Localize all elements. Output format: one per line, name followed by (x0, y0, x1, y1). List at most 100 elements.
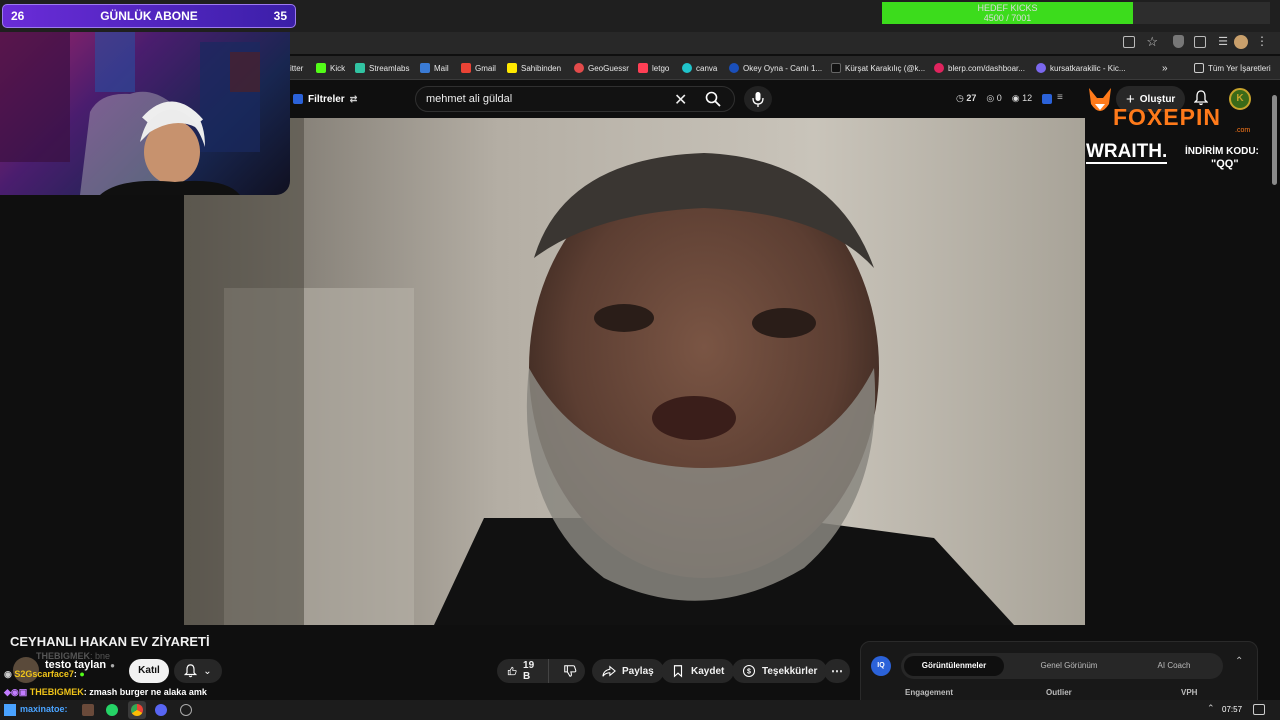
like-count: 19 B (523, 660, 535, 682)
verified-icon: ● (110, 660, 115, 670)
share-icon (602, 665, 616, 677)
chevron-down-icon: ⌄ (203, 665, 212, 677)
tab-overview[interactable]: Genel Görünüm (1019, 656, 1119, 676)
chat-line: ◆◉▣ THEBIGMEK: zmash burger ne alaka amk (4, 687, 207, 697)
reading-list-icon[interactable]: ☰ (1218, 35, 1228, 48)
vidiq-stats: ◷ 27 ◎ 0 ◉ 12 (956, 93, 1032, 104)
canva-icon (682, 63, 692, 73)
subscribe-bell-button[interactable]: ⌄ (174, 659, 222, 683)
clear-search-icon[interactable]: ✕ (674, 90, 687, 110)
streamlabs-icon (355, 63, 365, 73)
dislike-button[interactable] (555, 659, 585, 683)
stat-time: ◷ 27 (956, 93, 977, 103)
blerp-icon (934, 63, 944, 73)
app-circle-icon[interactable] (180, 704, 192, 716)
whatsapp-icon[interactable] (106, 704, 118, 716)
shield-extension-icon[interactable] (1173, 35, 1184, 48)
bookmark-item[interactable]: letgo (638, 60, 669, 76)
save-button[interactable]: Kaydet (661, 659, 735, 683)
bookmark-item[interactable]: itter (290, 60, 303, 76)
bookmark-item[interactable]: canva (682, 60, 717, 76)
col-engagement: Engagement (905, 688, 954, 697)
kicks-goal-remaining (1133, 2, 1270, 24)
thumbs-down-icon (564, 665, 577, 677)
share-label: Paylaş (622, 665, 654, 677)
filters-button[interactable]: Filtreler ⇄ (308, 94, 357, 105)
all-bookmarks[interactable]: Tüm Yer İşaretleri (1194, 60, 1271, 76)
chat-line: THEBIGMEK: bne (36, 651, 111, 661)
badge-icon: ◉ (4, 669, 15, 679)
mail-icon (420, 63, 430, 73)
bookmark-item[interactable]: Streamlabs (355, 60, 409, 76)
scrollbar-thumb[interactable] (1272, 95, 1277, 185)
start-icon[interactable] (4, 704, 16, 716)
analytics-tabs: Görüntülenmeler Genel Görünüm AI Coach (901, 653, 1223, 679)
discord-icon[interactable] (155, 704, 167, 716)
daily-subs-bar: 26 GÜNLÜK ABONE 35 (2, 4, 296, 28)
vidiq-badge-icon[interactable] (1042, 94, 1052, 104)
col-outlier: Outlier (1046, 688, 1072, 697)
kick-icon (316, 63, 326, 73)
geoguessr-icon (574, 63, 584, 73)
bookmark-item[interactable]: GeoGuessr (574, 60, 629, 76)
profile-avatar[interactable] (1234, 35, 1248, 49)
streamer-webcam (0, 32, 290, 195)
tab-ai-coach[interactable]: AI Coach (1129, 656, 1219, 676)
bookmark-item[interactable]: Okey Oyna - Canlı 1... (729, 60, 822, 76)
clock: 07:57 (1222, 705, 1243, 714)
menu-kebab-icon[interactable]: ⋮ (1256, 34, 1268, 48)
extensions-icon[interactable] (1194, 36, 1206, 48)
bookmark-item[interactable]: blerp.com/dashboar... (934, 60, 1025, 76)
bookmark-item[interactable]: Sahibinden (507, 60, 561, 76)
sidebar-area (1085, 118, 1270, 628)
bookmark-item[interactable]: Kürşat Karakılıç (@k... (831, 60, 925, 76)
chat-line: ◉ S2Gscarface7: ● (4, 669, 85, 679)
sliders-icon: ⇄ (349, 94, 358, 104)
mic-icon (752, 92, 764, 107)
search-icon[interactable] (705, 91, 721, 112)
tab-views[interactable]: Görüntülenmeler (904, 656, 1004, 676)
save-label: Kaydet (691, 665, 725, 677)
video-title: CEYHANLI HAKAN EV ZİYARETİ (10, 634, 210, 649)
webcam-frame (0, 32, 260, 195)
thumbs-up-icon (507, 666, 517, 676)
bookmark-item[interactable]: Gmail (461, 60, 496, 76)
chat-line: maxinatoe: (20, 704, 68, 714)
bookmark-item[interactable]: Mail (420, 60, 449, 76)
list-icon[interactable]: ≡ (1057, 92, 1063, 103)
super-thanks-icon: $ (742, 664, 756, 678)
vidiq-icon (293, 94, 303, 104)
kicks-goal-bar: HEDEF KICKS 4500 / 7001 (882, 2, 1133, 24)
tray-chevron-icon[interactable]: ⌃ (1207, 703, 1215, 714)
windows-taskbar: maxinatoe: ⌃ 07:57 (0, 700, 1280, 720)
install-icon[interactable] (1123, 36, 1135, 48)
bell-icon (184, 664, 198, 678)
okey-icon (729, 63, 739, 73)
share-button[interactable]: Paylaş (592, 659, 664, 683)
chrome-icon (131, 704, 143, 716)
app-icon[interactable] (82, 704, 94, 716)
bookmark-star-icon[interactable]: ☆ (1146, 34, 1158, 50)
bookmark-item[interactable]: kursatkarakilic - Kic... (1036, 60, 1126, 76)
discount-code-label: İNDİRİM KODU: (1185, 146, 1259, 157)
sub-badge-icon: ◆◉▣ (4, 687, 30, 697)
like-dislike-group: 19 B (497, 659, 585, 683)
join-button[interactable]: Katıl (129, 659, 169, 683)
subs-title: GÜNLÜK ABONE (100, 9, 198, 23)
letgo-icon (638, 63, 648, 73)
video-player[interactable] (184, 118, 1085, 625)
like-button[interactable]: 19 B (497, 659, 550, 683)
stat-views: ◎ 0 (986, 93, 1002, 103)
collapse-chevron-icon[interactable]: ⌃ (1235, 656, 1243, 667)
bookmark-item[interactable]: Kick (316, 60, 345, 76)
voice-search-button[interactable] (744, 86, 772, 112)
chrome-taskbar-button[interactable] (128, 701, 146, 719)
emote-icon: ● (79, 669, 85, 679)
bookmarks-overflow-icon[interactable]: » (1162, 60, 1168, 76)
notification-center-icon[interactable] (1253, 704, 1265, 715)
thanks-button[interactable]: $ Teşekkürler (732, 659, 828, 683)
video-frame (184, 118, 1085, 625)
discount-code: "QQ" (1211, 158, 1239, 170)
more-actions-icon[interactable]: ⋯ (824, 659, 850, 683)
subs-count-left: 26 (11, 9, 25, 23)
